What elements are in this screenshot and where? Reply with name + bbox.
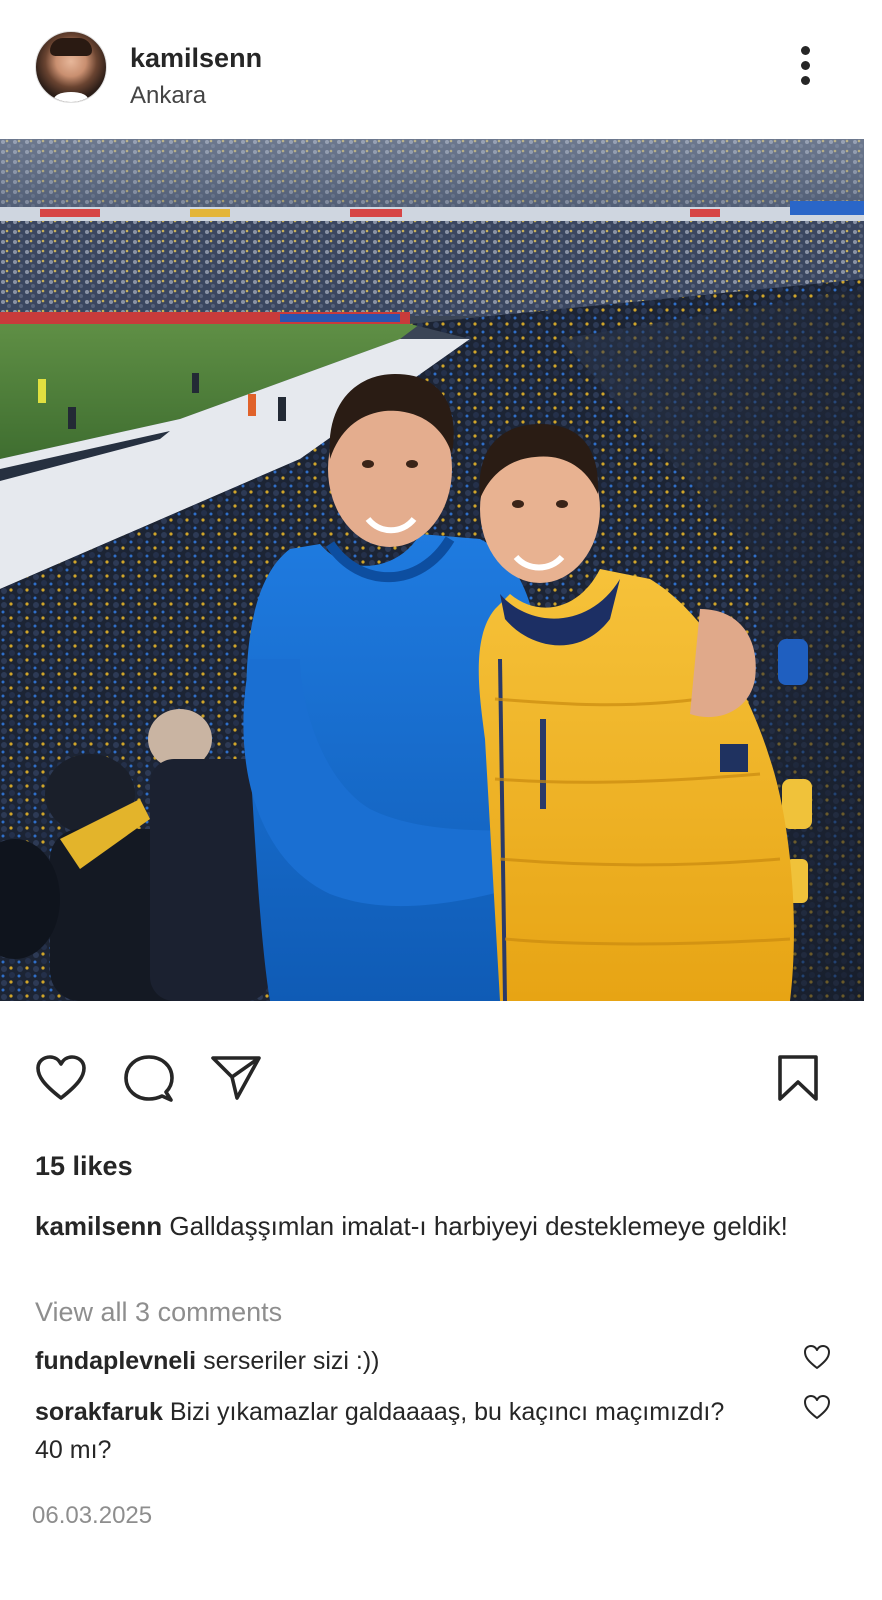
comment-text: serseriler sizi :)): [203, 1347, 380, 1375]
post-actions: [0, 1050, 882, 1110]
more-options-icon[interactable]: [795, 44, 817, 88]
caption-text: Galldaşşımlan imalat-ı harbiyeyi destekl…: [169, 1211, 788, 1241]
post-location[interactable]: Ankara: [130, 82, 206, 110]
comment-item: fundaplevneli serseriler sizi :)): [35, 1342, 755, 1380]
likes-count[interactable]: 15 likes: [35, 1151, 133, 1182]
comment-username[interactable]: fundaplevneli: [35, 1347, 196, 1375]
profile-avatar[interactable]: [35, 31, 107, 103]
post-photo[interactable]: [0, 139, 864, 1001]
post-date: 06.03.2025: [32, 1502, 153, 1529]
heart-icon[interactable]: [803, 1394, 831, 1420]
comment-bubble-icon[interactable]: [123, 1054, 175, 1104]
comment-item: sorakfaruk Bizi yıkamazlar galdaaaaş, bu…: [35, 1393, 755, 1469]
comment-username[interactable]: sorakfaruk: [35, 1398, 163, 1426]
heart-icon[interactable]: [803, 1344, 831, 1370]
paper-plane-icon[interactable]: [210, 1054, 262, 1102]
post-username[interactable]: kamilsenn: [130, 43, 262, 74]
caption-username[interactable]: kamilsenn: [35, 1211, 162, 1241]
post-header: kamilsenn Ankara: [0, 0, 882, 139]
heart-icon[interactable]: [35, 1054, 87, 1102]
view-all-comments-link[interactable]: View all 3 comments: [35, 1297, 282, 1328]
stadium-photo: [0, 139, 864, 1001]
bookmark-icon[interactable]: [776, 1054, 820, 1102]
post-caption: kamilsenn Galldaşşımlan imalat-ı harbiye…: [35, 1206, 825, 1246]
